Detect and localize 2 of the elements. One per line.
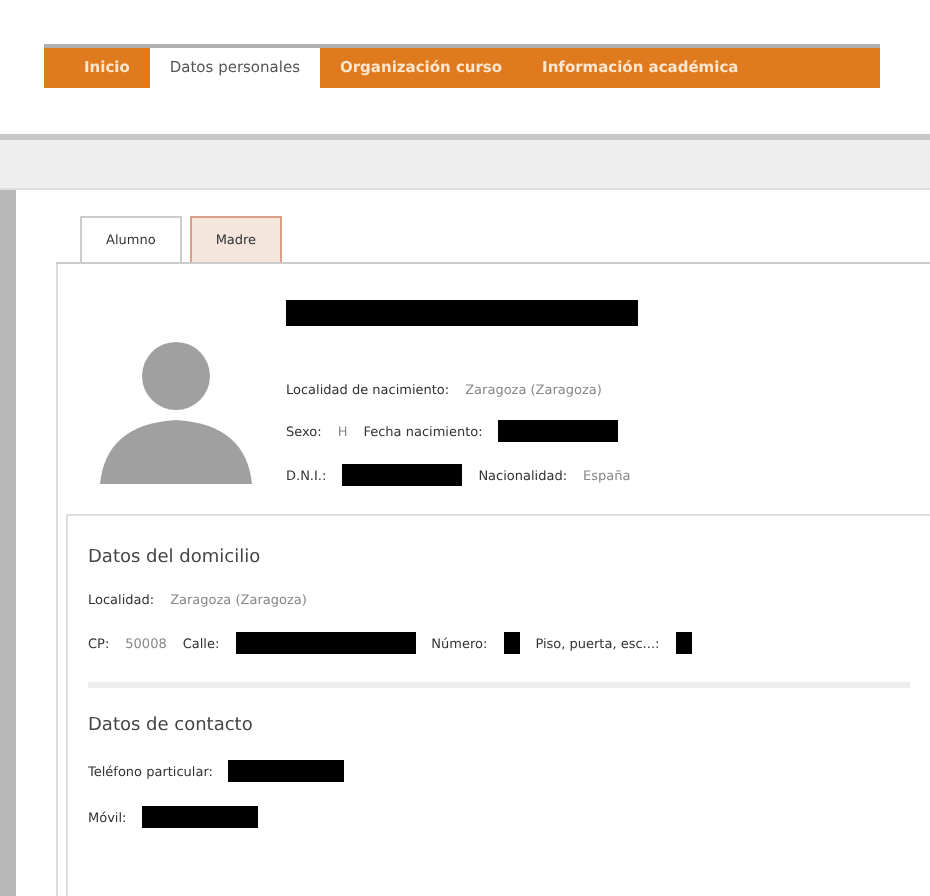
section-title: Datos de contacto [88,716,255,736]
section-title: Datos del domicilio [88,548,263,568]
